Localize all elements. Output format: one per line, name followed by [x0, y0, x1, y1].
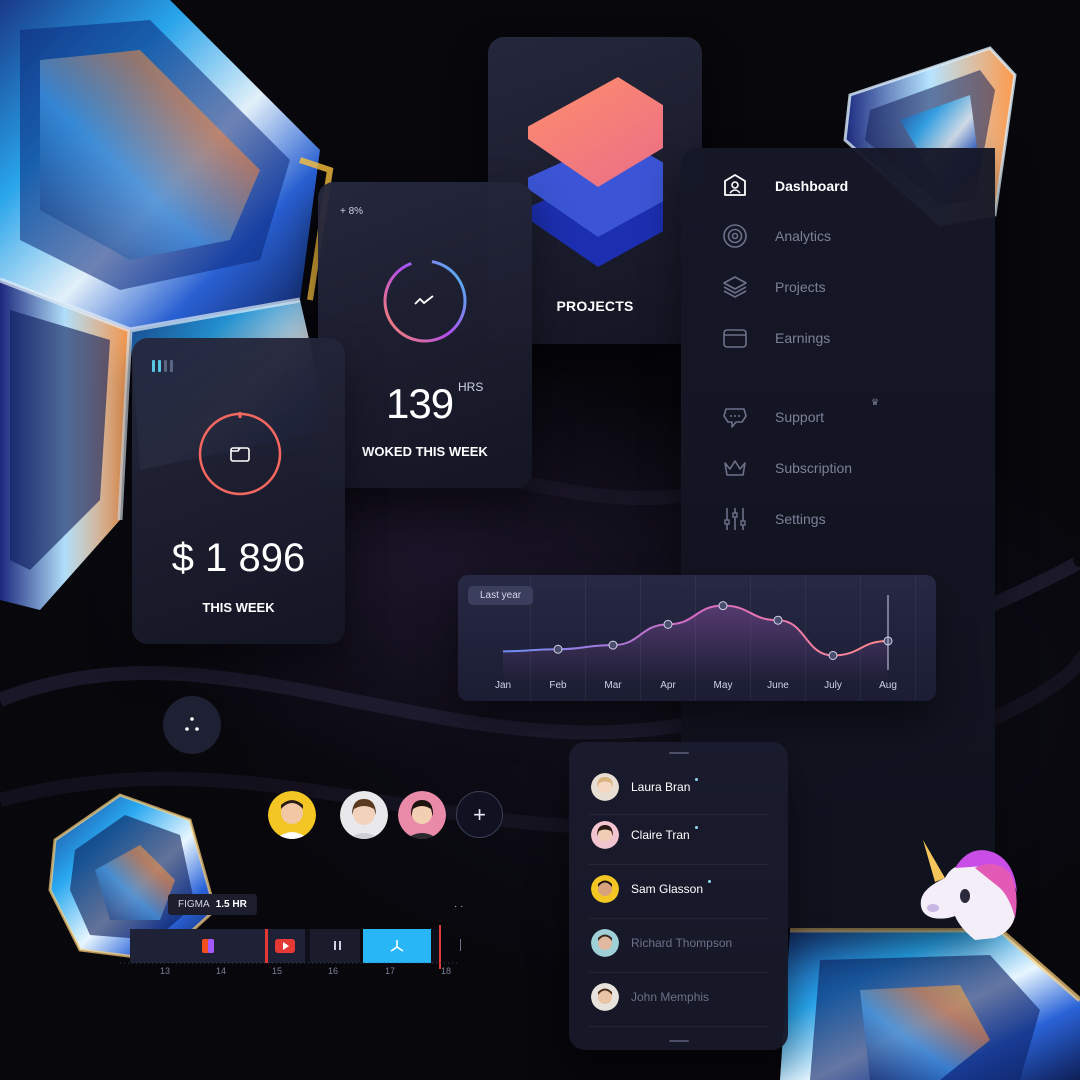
sidebar-item-earnings[interactable]: Earnings — [721, 324, 830, 352]
hours-unit: HRS — [458, 380, 484, 394]
earnings-value: $ 1 896 — [171, 536, 306, 580]
divider — [589, 918, 769, 919]
avatar — [591, 875, 619, 903]
tick-label: 16 — [328, 966, 339, 976]
x-tick-label: May — [714, 680, 733, 691]
sliders-icon — [721, 505, 749, 533]
sidebar-item-projects[interactable]: Projects — [721, 273, 826, 301]
hours-progress-ring — [383, 259, 467, 343]
contacts-card: Laura Bran Claire Tran Sam Glasson Richa… — [569, 742, 788, 1050]
contact-name: Sam Glasson — [631, 880, 712, 896]
data-point — [608, 640, 618, 650]
earnings-label: THIS WEEK — [202, 600, 275, 615]
tick-label: 18 — [441, 966, 452, 976]
sidebar-item-label: Analytics — [775, 228, 832, 244]
premium-crown-icon: ♛ — [871, 397, 880, 407]
contact-name: Richard Thompson — [631, 936, 733, 950]
avatar — [591, 929, 619, 957]
avatar[interactable] — [268, 791, 316, 839]
trend-icon — [414, 295, 434, 305]
data-point — [553, 644, 563, 654]
online-indicator — [708, 880, 712, 883]
x-tick-label: Feb — [549, 680, 567, 691]
divider — [589, 972, 769, 973]
sidebar-item-dashboard[interactable]: Dashboard — [721, 172, 848, 200]
divider — [589, 864, 769, 865]
x-tick-label: July — [824, 680, 842, 691]
avatar[interactable] — [398, 791, 446, 839]
series-area — [503, 605, 888, 680]
crown-icon — [721, 454, 749, 482]
list-item[interactable]: Richard Thompson — [591, 928, 771, 958]
sidebar-item-support[interactable]: Support ♛ — [721, 397, 879, 431]
layers-icon — [721, 273, 749, 301]
unicorn-icon — [920, 840, 1017, 940]
timeline[interactable]: · · — [110, 895, 470, 975]
tick-label: 14 — [216, 966, 227, 976]
avatar — [591, 821, 619, 849]
list-item[interactable]: John Memphis — [591, 982, 771, 1012]
avatar — [591, 773, 619, 801]
divider — [589, 814, 769, 815]
sidebar-item-label: Settings — [775, 511, 826, 527]
x-tick-label: Apr — [660, 680, 676, 691]
pause-icon — [334, 941, 336, 950]
sidebar-item-label: Dashboard — [775, 178, 849, 194]
plus-icon: + — [473, 801, 486, 827]
earnings-card[interactable]: $ 1 896 THIS WEEK — [132, 338, 345, 644]
timeline-segment — [130, 929, 265, 963]
time-filter-button[interactable]: Last year — [468, 586, 534, 605]
chat-icon — [721, 403, 749, 431]
data-point — [718, 601, 728, 611]
wallet-icon — [721, 324, 749, 352]
tick-label: 13 — [160, 966, 171, 976]
sidebar-item-label: Earnings — [775, 330, 831, 346]
target-icon — [721, 222, 749, 250]
data-point — [828, 650, 838, 660]
analytics-chart-card[interactable]: Jan Feb Mar Apr May June July Aug Last year — [458, 575, 936, 701]
sidebar-item-settings[interactable]: Settings — [721, 505, 826, 533]
online-indicator — [694, 826, 698, 829]
avatar[interactable] — [340, 791, 388, 839]
folder-icon — [230, 447, 250, 462]
sidebar-item-label: Support — [775, 409, 825, 425]
layers-illustration — [528, 77, 663, 267]
list-item[interactable]: Claire Tran — [591, 820, 771, 850]
online-indicator — [695, 778, 699, 781]
hours-label: WOKED THIS WEEK — [362, 444, 488, 459]
sidebar-item-subscription[interactable]: Subscription — [721, 454, 852, 482]
bars-icon — [152, 360, 173, 372]
x-tick-label: Mar — [604, 680, 622, 691]
svg-text:· ·: · · — [454, 901, 463, 912]
drag-handle[interactable] — [669, 1040, 689, 1042]
x-tick-label: June — [767, 680, 789, 691]
x-tick-label: Jan — [495, 680, 511, 691]
tick-label: 17 — [385, 966, 396, 976]
tick-label: 15 — [272, 966, 283, 976]
user-icon — [721, 172, 749, 200]
data-point — [663, 619, 673, 629]
earnings-ring — [198, 412, 282, 496]
contact-name: Claire Tran — [631, 826, 698, 842]
data-point — [773, 615, 783, 625]
contact-name: Laura Bran — [631, 778, 699, 794]
drag-handle[interactable] — [669, 752, 689, 754]
list-item[interactable]: Laura Bran — [591, 772, 771, 802]
more-options-button[interactable] — [163, 696, 221, 754]
avatar — [591, 983, 619, 1011]
sidebar-item-label: Projects — [775, 279, 826, 295]
sidebar-item-label: Subscription — [775, 460, 853, 476]
sidebar-item-analytics[interactable]: Analytics — [721, 222, 831, 250]
playhead — [439, 925, 441, 969]
x-tick-label: Aug — [879, 680, 897, 691]
add-user-button[interactable]: + — [456, 791, 503, 838]
contact-name: John Memphis — [631, 990, 710, 1004]
hours-card[interactable]: + 8% 139 HRS WOKED THIS WEEK — [318, 182, 532, 488]
dots-icon — [185, 717, 199, 731]
hours-value: 139 — [386, 380, 454, 427]
divider — [589, 1026, 769, 1027]
hours-change-badge: + 8% — [340, 206, 364, 217]
list-item[interactable]: Sam Glasson — [591, 874, 771, 904]
